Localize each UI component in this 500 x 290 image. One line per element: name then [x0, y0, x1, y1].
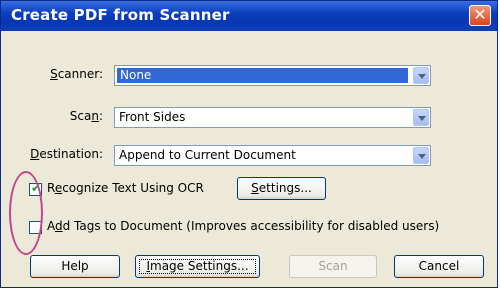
scan-button[interactable]: Scan	[289, 255, 377, 278]
destination-value: Append to Current Document	[119, 148, 296, 162]
title-bar: Create PDF from Scanner ✕	[1, 1, 497, 31]
scanner-value: None	[117, 68, 408, 83]
cancel-button[interactable]: Cancel	[394, 255, 484, 278]
scanner-label: Scanner:	[50, 67, 103, 81]
destination-select[interactable]: Append to Current Document	[114, 145, 431, 166]
chevron-down-icon[interactable]	[413, 147, 429, 164]
help-button[interactable]: Help	[30, 255, 120, 278]
scan-select[interactable]: Front Sides	[114, 107, 431, 128]
focus-indicator	[139, 259, 256, 274]
ocr-settings-button[interactable]: Settings...	[237, 177, 326, 200]
chevron-down-icon[interactable]	[413, 67, 429, 84]
scan-value: Front Sides	[119, 110, 186, 124]
scanner-select[interactable]: None	[114, 65, 431, 86]
destination-label: Destination:	[30, 147, 103, 161]
tags-label[interactable]: Add Tags to Document (Improves accessibi…	[47, 219, 439, 233]
annotation-circle	[9, 171, 43, 255]
close-icon[interactable]: ✕	[469, 5, 491, 26]
chevron-down-icon[interactable]	[413, 109, 429, 126]
dialog-window: Create PDF from Scanner ✕ Scanner: None …	[0, 0, 498, 288]
ocr-label[interactable]: Recognize Text Using OCR	[47, 181, 204, 195]
dialog-title: Create PDF from Scanner	[11, 6, 230, 24]
image-settings-button[interactable]: Image Settings...	[135, 255, 260, 278]
scan-label: Scan:	[69, 109, 103, 123]
